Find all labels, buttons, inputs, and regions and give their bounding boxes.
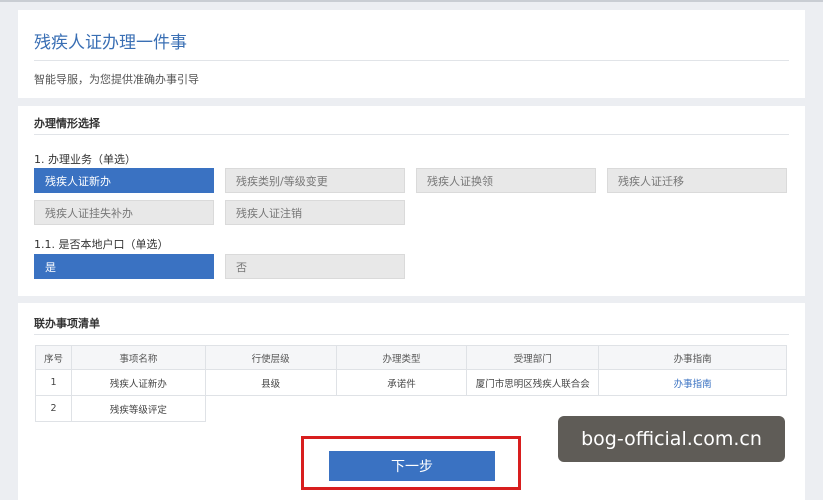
next-step-button[interactable]: 下一步: [329, 451, 495, 481]
next-button-highlight: 下一步: [301, 436, 521, 490]
cell-index: 2: [35, 395, 72, 422]
page-title: 残疾人证办理一件事: [34, 33, 187, 53]
column-header-item-name: 事项名称: [70, 345, 206, 370]
cell-level: 县级: [204, 369, 337, 396]
joint-list-divider: [34, 334, 789, 335]
top-border: [0, 0, 823, 2]
situation-section-title: 办理情形选择: [34, 117, 100, 130]
cell-department: 厦门市思明区残疾人联合会: [466, 369, 600, 396]
situation-divider: [34, 134, 789, 135]
joint-list-card: 联办事项清单 序号 事项名称 行使层级 办理类型 受理部门 办事指南 1 残疾人…: [18, 303, 805, 500]
column-header-level: 行使层级: [204, 345, 337, 370]
option-certificate-renewal[interactable]: 残疾人证换领: [416, 168, 596, 193]
cell-item-name: 残疾等级评定: [70, 395, 206, 422]
cell-guide: 办事指南: [598, 369, 787, 396]
header-card: 残疾人证办理一件事 智能导服，为您提供准确办事引导: [18, 10, 805, 98]
option-loss-replacement[interactable]: 残疾人证挂失补办: [34, 200, 214, 225]
watermark: bog-official.com.cn: [558, 416, 785, 462]
column-header-type: 办理类型: [335, 345, 468, 370]
title-divider: [34, 60, 789, 61]
page-subtitle: 智能导服，为您提供准确办事引导: [34, 73, 199, 86]
option-yes[interactable]: 是: [34, 254, 214, 279]
option-new-certificate[interactable]: 残疾人证新办: [34, 168, 214, 193]
joint-items-table: 序号 事项名称 行使层级 办理类型 受理部门 办事指南 1 残疾人证新办 县级 …: [35, 345, 787, 422]
column-header-department: 受理部门: [466, 345, 600, 370]
option-certificate-transfer[interactable]: 残疾人证迁移: [607, 168, 787, 193]
joint-list-section-title: 联办事项清单: [34, 317, 100, 330]
guide-link[interactable]: 办事指南: [674, 379, 712, 390]
cell-item-name: 残疾人证新办: [70, 369, 206, 396]
option-no[interactable]: 否: [225, 254, 405, 279]
option-cancellation[interactable]: 残疾人证注销: [225, 200, 405, 225]
option-category-change[interactable]: 残疾类别/等级变更: [225, 168, 405, 193]
local-hukou-question-label: 1.1. 是否本地户口（单选）: [34, 238, 169, 251]
business-question-label: 1. 办理业务（单选）: [34, 153, 136, 166]
table-header-row: 序号 事项名称 行使层级 办理类型 受理部门 办事指南: [35, 345, 787, 370]
cell-index: 1: [35, 369, 72, 396]
cell-type: 承诺件: [335, 369, 468, 396]
column-header-index: 序号: [35, 345, 72, 370]
column-header-guide: 办事指南: [598, 345, 787, 370]
situation-card: 办理情形选择 1. 办理业务（单选） 残疾人证新办 残疾类别/等级变更 残疾人证…: [18, 106, 805, 296]
table-row: 1 残疾人证新办 县级 承诺件 厦门市思明区残疾人联合会 办事指南: [35, 369, 787, 396]
